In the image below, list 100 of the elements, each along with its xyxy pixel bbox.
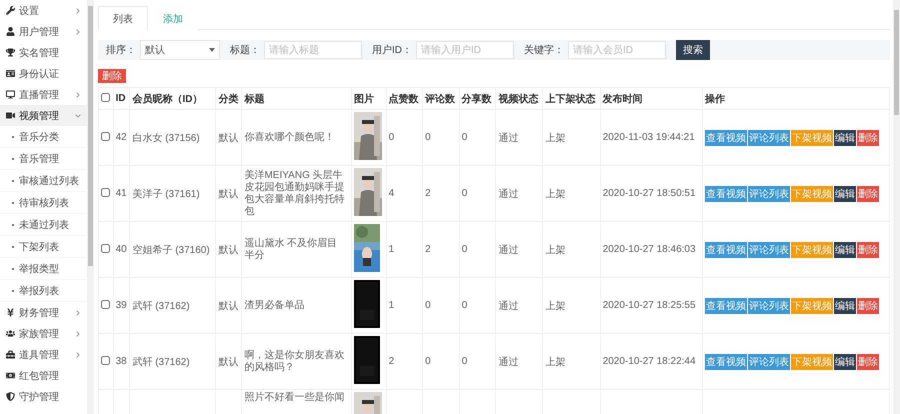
input-field[interactable]: 请输入用户ID: [416, 41, 514, 59]
table-cell: 2020-10-27 18:25:55: [602, 300, 696, 311]
checkbox[interactable]: [101, 92, 110, 102]
action-button[interactable]: 编辑: [834, 242, 856, 258]
table-cell: 0: [462, 132, 468, 143]
table-cell: 2: [425, 244, 431, 255]
wrench-icon: [6, 6, 15, 15]
table-cell: 2: [425, 188, 431, 199]
action-button[interactable]: 编辑: [834, 130, 856, 146]
table-cell: 上架: [545, 356, 566, 368]
scrollbar[interactable]: [87, 0, 94, 414]
shield-icon: [6, 392, 15, 401]
table-cell: 2020-10-27 18:22:44: [602, 356, 696, 367]
delete-button[interactable]: 删除: [98, 69, 126, 83]
table-cell: 2: [388, 356, 394, 367]
table-cell: 上架: [545, 244, 566, 256]
table-cell: 41: [116, 188, 127, 199]
id-card-icon: [6, 69, 15, 78]
action-button[interactable]: 编辑: [834, 298, 856, 314]
input-field[interactable]: 请输入标题: [264, 41, 362, 59]
sidebar-item[interactable]: 视频管理: [0, 105, 87, 126]
toolbox-icon: [6, 350, 15, 359]
table-cell: 0: [462, 188, 468, 199]
checkbox[interactable]: [101, 188, 110, 196]
table-cell: 1: [388, 244, 394, 255]
table-cell: 默认: [218, 300, 238, 312]
action-button[interactable]: 删除: [856, 242, 879, 258]
table-cell: 0: [388, 132, 394, 143]
table-cell: 美洋子 (37161): [132, 188, 200, 200]
column-header: ID: [113, 88, 130, 110]
column-header: 上下架状态: [542, 88, 600, 110]
column-header: 操作: [702, 88, 890, 110]
table-cell: 美洋MEIYANG 头层牛皮花园包通勤妈咪手提包大容量单肩斜挎托特包: [244, 170, 344, 218]
table-cell: 通过: [498, 244, 518, 256]
chevron-icon: [75, 28, 81, 34]
table-cell: 0: [425, 132, 431, 143]
table-cell: 上架: [545, 300, 566, 312]
table-cell: 通过: [498, 188, 518, 200]
yen-icon: [6, 308, 15, 317]
table-cell: 默认: [218, 132, 238, 144]
table-cell: 42: [116, 132, 127, 143]
table-cell: 上架: [545, 188, 566, 200]
table-cell-text: 你喜欢哪个颜色呢！: [244, 132, 336, 144]
table-cell: 默认: [218, 356, 238, 368]
sort-select[interactable]: 默认: [140, 40, 220, 60]
table-cell: 40: [116, 244, 127, 255]
column-header: 点赞数: [386, 88, 423, 110]
table-cell: 啊，这是你女朋友喜欢的风格吗？: [244, 350, 344, 374]
table-cell: 4: [388, 188, 394, 199]
field-label: 用户ID：: [372, 44, 412, 57]
checkbox[interactable]: [101, 356, 110, 364]
video-camera-icon: [6, 111, 15, 120]
checkbox[interactable]: [101, 244, 110, 252]
action-button[interactable]: 删除: [856, 354, 879, 370]
caret-icon: [209, 48, 215, 52]
search-button[interactable]: 搜索: [676, 40, 710, 60]
table-cell: 通过: [498, 132, 518, 144]
action-button[interactable]: 编辑: [834, 186, 856, 202]
table-cell: 39: [116, 300, 127, 311]
table-cell: 0: [425, 356, 431, 367]
table-cell: 上架: [545, 132, 566, 144]
monitor-icon: [6, 90, 15, 99]
table-cell: 默认: [218, 188, 238, 200]
table-cell-text: 遥山黛水 不及你眉目半分: [244, 238, 338, 262]
table-cell: 通过: [498, 300, 518, 312]
table-cell: 白水女 (37156): [132, 132, 200, 144]
user-icon: [6, 27, 15, 36]
column-header: 分类: [216, 88, 242, 110]
chevron-icon: [75, 352, 81, 358]
column-header: 分享数: [459, 88, 496, 110]
action-button[interactable]: 删除: [856, 298, 879, 314]
table-cell: 空姐希子 (37160): [132, 244, 210, 256]
input-field[interactable]: 请输入会员ID: [568, 41, 666, 59]
action-button[interactable]: 删除: [856, 186, 879, 202]
table-cell: 0: [462, 356, 468, 367]
table-cell: 38: [116, 356, 127, 367]
checkbox[interactable]: [101, 132, 110, 140]
banknote-icon: [6, 371, 15, 380]
action-button[interactable]: 删除: [856, 130, 879, 146]
trophy-icon: [6, 48, 15, 57]
table-cell: 通过: [498, 356, 518, 368]
column-header: 会员昵称（ID）: [130, 88, 216, 110]
table-cell: 0: [462, 244, 468, 255]
table-cell-text: 渣男必备单品: [244, 300, 306, 312]
field-label: 标题：: [230, 44, 260, 57]
field-label: 排序：: [106, 44, 136, 57]
checkbox[interactable]: [101, 300, 110, 308]
scrollbar[interactable]: [893, 0, 900, 414]
table-cell: 武轩 (37162): [132, 300, 190, 312]
chevron-icon: [75, 8, 81, 14]
table-cell: 2020-11-03 19:44:21: [602, 132, 695, 143]
field-label: 关键字：: [524, 44, 564, 57]
column-header: 发布时间: [600, 88, 702, 110]
table-cell: 2020-10-27 18:46:03: [602, 244, 696, 255]
column-header: 评论数: [422, 88, 460, 110]
action-button[interactable]: 编辑: [834, 354, 856, 370]
tab[interactable]: 列表: [98, 6, 148, 30]
column-header: 视频状态: [496, 88, 543, 110]
table-cell: 照片不好看一些是你闻: [244, 392, 344, 404]
people-icon: [6, 329, 15, 338]
